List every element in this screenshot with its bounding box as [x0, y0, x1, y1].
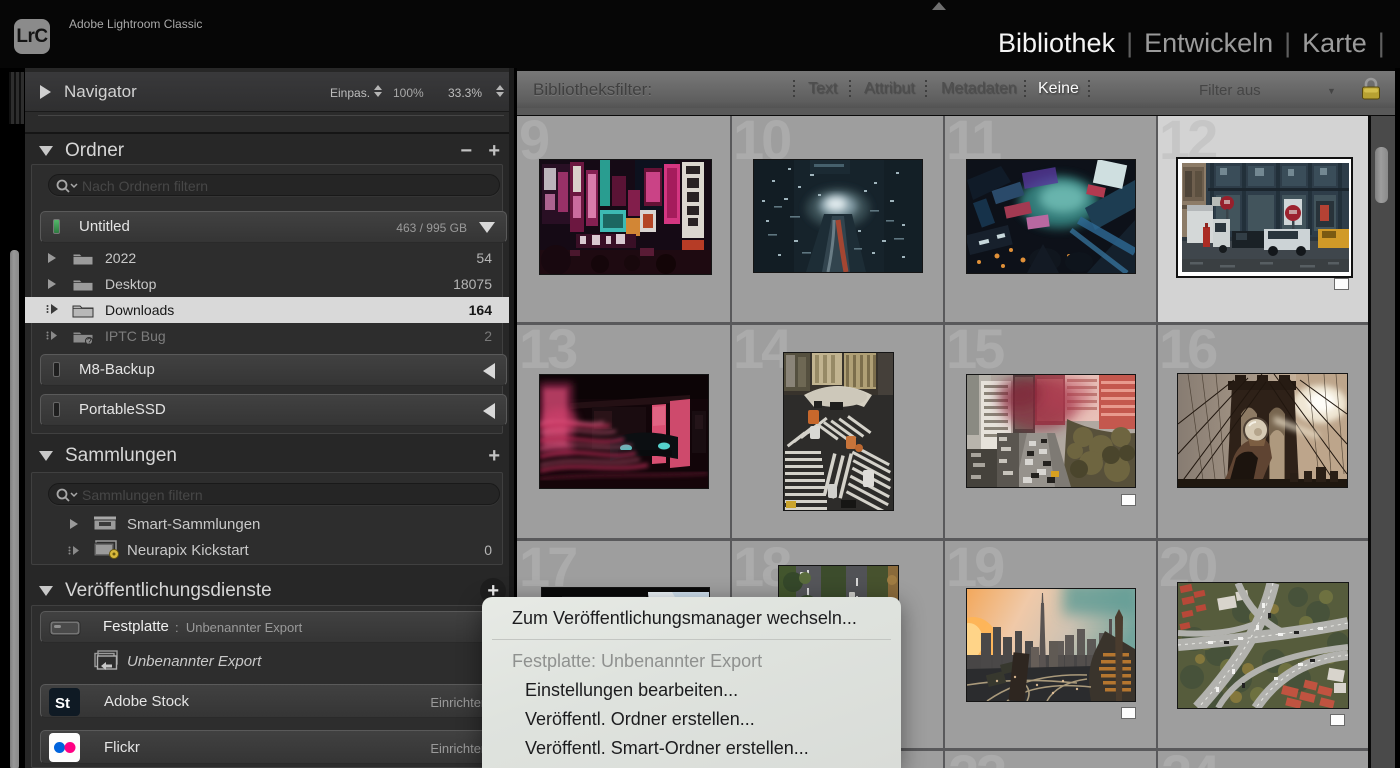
svg-text:St: St [55, 695, 70, 712]
svg-text:?: ? [87, 337, 92, 345]
